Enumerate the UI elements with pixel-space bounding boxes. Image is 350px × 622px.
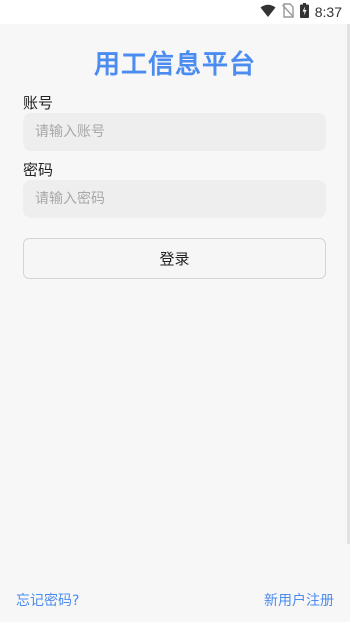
- status-bar: 8:37: [0, 0, 350, 24]
- account-input[interactable]: [23, 113, 326, 151]
- no-sim-icon: [281, 2, 294, 22]
- password-input[interactable]: [23, 180, 326, 218]
- password-field[interactable]: [23, 180, 326, 218]
- forgot-password-link[interactable]: 忘记密码?: [16, 590, 79, 610]
- status-time: 8:37: [314, 4, 342, 20]
- register-link[interactable]: 新用户注册: [264, 590, 334, 610]
- status-icons: 8:37: [260, 2, 342, 22]
- login-button[interactable]: 登录: [23, 238, 326, 279]
- wifi-icon: [260, 3, 276, 22]
- account-label: 账号: [23, 94, 54, 112]
- account-field[interactable]: [23, 113, 326, 151]
- password-label: 密码: [23, 161, 54, 179]
- battery-charging-icon: [299, 2, 309, 22]
- app-title: 用工信息平台: [93, 50, 256, 80]
